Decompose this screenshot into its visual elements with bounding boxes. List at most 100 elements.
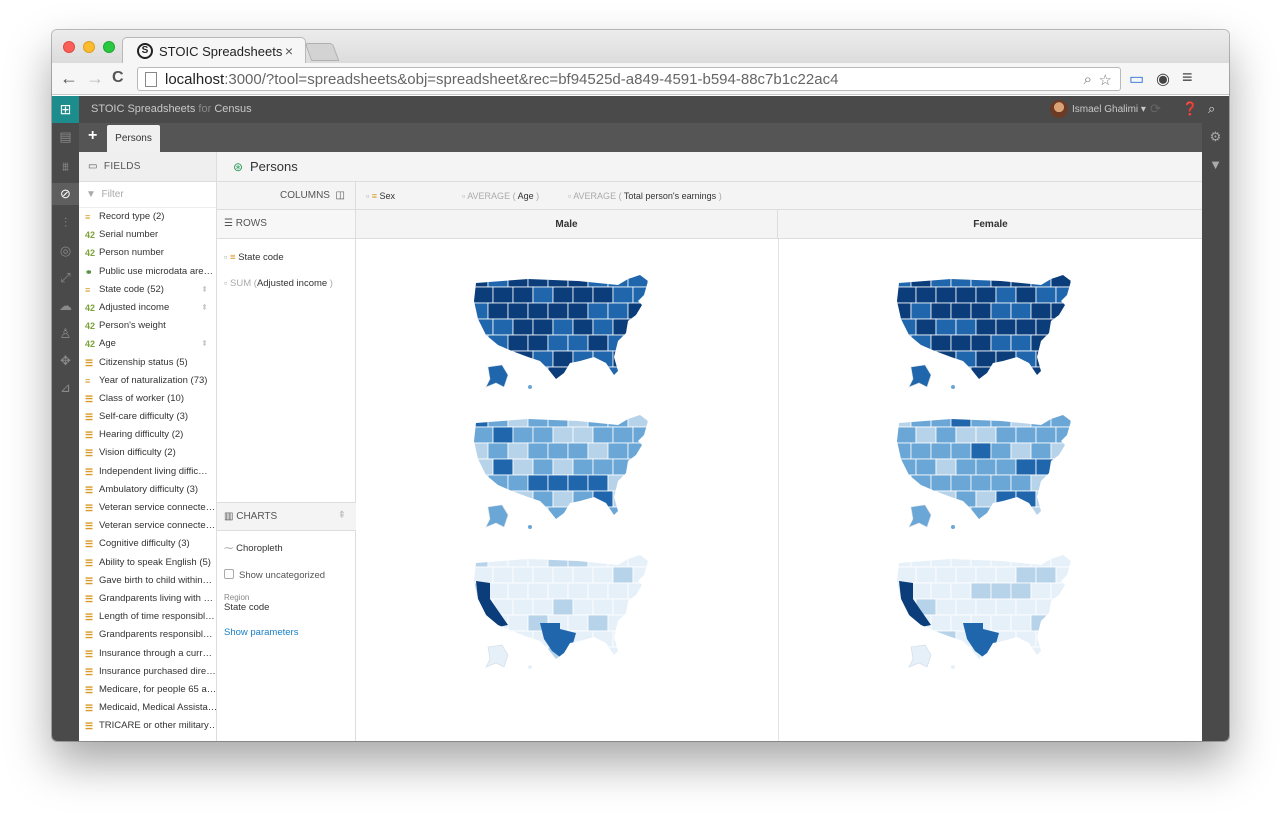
state-region[interactable] <box>930 582 952 600</box>
state-region[interactable] <box>1050 551 1071 568</box>
state-region[interactable] <box>1076 599 1091 615</box>
state-region[interactable] <box>915 350 937 368</box>
state-region[interactable] <box>896 630 917 648</box>
state-region[interactable] <box>512 630 534 648</box>
state-region[interactable] <box>592 490 614 508</box>
state-region[interactable] <box>512 286 534 304</box>
state-region[interactable] <box>950 506 972 523</box>
state-region[interactable] <box>627 302 648 320</box>
state-region[interactable] <box>1035 318 1057 336</box>
state-region[interactable] <box>567 614 589 632</box>
cast-icon[interactable]: ▭ <box>1129 69 1144 89</box>
state-region[interactable] <box>468 474 489 492</box>
state-region[interactable] <box>970 442 992 460</box>
state-region[interactable] <box>975 566 997 584</box>
state-region[interactable] <box>632 566 653 584</box>
state-region[interactable] <box>1030 614 1052 632</box>
state-region[interactable] <box>910 582 932 600</box>
state-region[interactable] <box>468 334 489 352</box>
state-region[interactable] <box>627 551 648 568</box>
state-region[interactable] <box>647 506 668 523</box>
state-region[interactable] <box>1050 334 1071 352</box>
state-region[interactable] <box>995 350 1017 368</box>
state-region[interactable] <box>1030 302 1052 320</box>
state-region[interactable] <box>532 426 554 444</box>
state-region[interactable] <box>915 426 937 444</box>
state-region[interactable] <box>492 350 514 368</box>
state-region[interactable] <box>468 551 489 568</box>
field-item[interactable]: ☰ Ability to speak English (5) <box>79 554 216 572</box>
state-region[interactable] <box>1030 411 1052 428</box>
state-region[interactable] <box>935 350 957 368</box>
state-region[interactable] <box>990 271 1012 288</box>
state-region[interactable] <box>633 523 653 539</box>
state-region[interactable] <box>612 566 634 584</box>
state-region[interactable] <box>1070 474 1091 492</box>
extension-icon[interactable]: ◉ <box>1156 69 1170 89</box>
state-region[interactable] <box>507 646 529 663</box>
state-region[interactable] <box>468 302 489 320</box>
state-region[interactable] <box>552 598 574 616</box>
state-region[interactable] <box>976 383 996 399</box>
state-region[interactable] <box>975 426 997 444</box>
bookmark-star-icon[interactable]: ☆ <box>1099 71 1112 89</box>
state-hawaii[interactable] <box>951 665 955 669</box>
state-region[interactable] <box>612 458 634 476</box>
state-region[interactable] <box>527 271 549 288</box>
state-region[interactable] <box>995 598 1017 616</box>
state-region[interactable] <box>487 551 509 568</box>
state-region[interactable] <box>487 474 509 492</box>
state-region[interactable] <box>547 411 569 428</box>
state-hawaii[interactable] <box>528 665 532 669</box>
state-alaska[interactable] <box>908 364 932 388</box>
state-hawaii[interactable] <box>951 525 955 529</box>
eye-icon[interactable]: ◎ <box>52 243 79 259</box>
state-region[interactable] <box>612 286 634 304</box>
state-region[interactable] <box>607 474 629 492</box>
state-region[interactable] <box>930 334 952 352</box>
state-region[interactable] <box>532 350 554 368</box>
thumbs-up-icon[interactable]: ♙ <box>52 326 79 342</box>
state-region[interactable] <box>1076 567 1091 583</box>
state-region[interactable] <box>607 551 629 568</box>
field-item[interactable]: ☰ Grandparents responsibl… <box>79 626 216 644</box>
state-region[interactable] <box>567 646 589 663</box>
state-region[interactable] <box>891 646 912 663</box>
browser-tab[interactable]: S STOIC Spreadsheets × <box>122 37 306 64</box>
state-region[interactable] <box>956 383 976 399</box>
choropleth-map[interactable] <box>468 411 668 541</box>
zoom-icon[interactable]: ⌕ <box>1084 71 1092 88</box>
state-region[interactable] <box>1055 350 1076 368</box>
state-region[interactable] <box>592 350 614 368</box>
state-region[interactable] <box>492 286 514 304</box>
state-region[interactable] <box>527 551 549 568</box>
state-region[interactable] <box>910 302 932 320</box>
state-region[interactable] <box>487 302 509 320</box>
state-region[interactable] <box>1035 598 1057 616</box>
state-region[interactable] <box>492 458 514 476</box>
state-region[interactable] <box>910 442 932 460</box>
state-region[interactable] <box>607 442 629 460</box>
state-region[interactable] <box>612 490 634 508</box>
state-region[interactable] <box>1055 598 1076 616</box>
choropleth-map[interactable] <box>468 551 668 681</box>
state-region[interactable] <box>612 598 634 616</box>
state-region[interactable] <box>955 286 977 304</box>
state-region[interactable] <box>587 506 609 523</box>
state-region[interactable] <box>976 523 996 539</box>
state-region[interactable] <box>473 286 494 304</box>
field-item[interactable]: ☰ Hearing difficulty (2) <box>79 426 216 444</box>
state-region[interactable] <box>915 318 937 336</box>
state-region[interactable] <box>1050 302 1071 320</box>
state-region[interactable] <box>547 551 569 568</box>
state-region[interactable] <box>1055 318 1076 336</box>
state-region[interactable] <box>527 506 549 523</box>
row-field-state-code[interactable]: ▫ ≡ State code <box>217 245 355 271</box>
search-icon[interactable]: ⌕ <box>1208 101 1215 117</box>
add-sheet-button[interactable]: + <box>88 127 97 145</box>
state-region[interactable] <box>1010 411 1032 428</box>
state-region[interactable] <box>607 506 629 523</box>
state-region[interactable] <box>955 318 977 336</box>
state-region[interactable] <box>552 566 574 584</box>
state-region[interactable] <box>990 506 1012 523</box>
